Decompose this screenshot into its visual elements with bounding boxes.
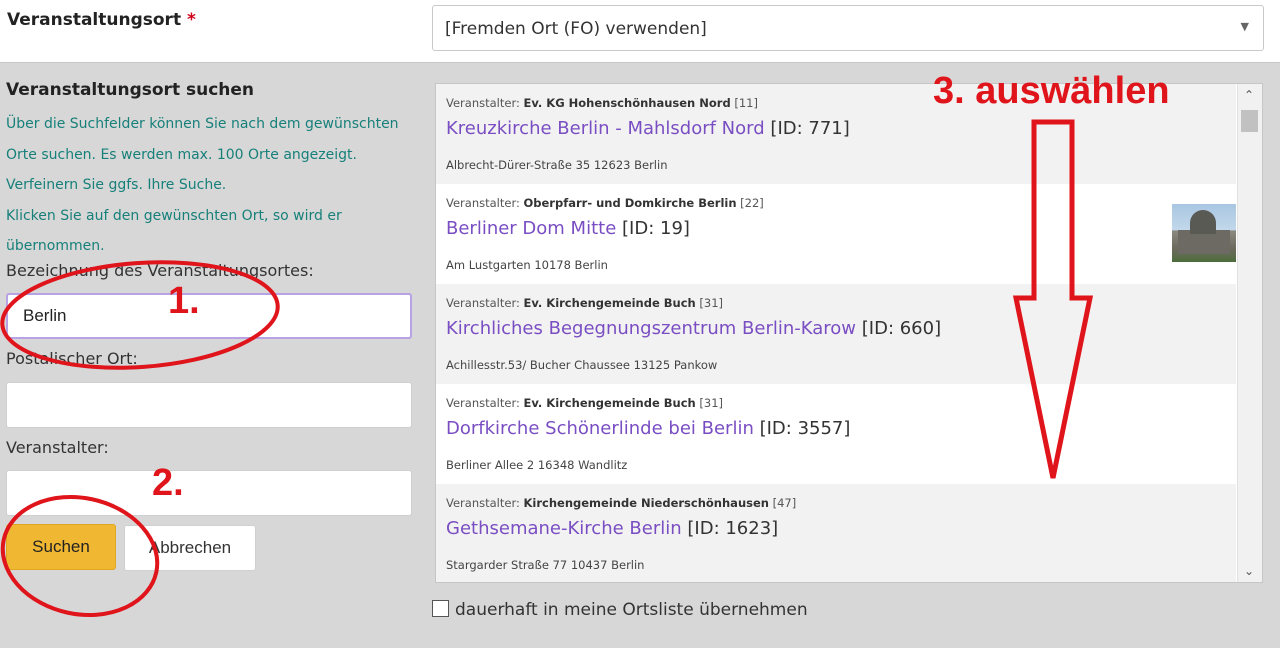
venue-field-row: Veranstaltungsort * [Fremden Ort (FO) ve… xyxy=(0,0,1280,62)
result-item[interactable]: Veranstalter: Ev. Kirchengemeinde Buch [… xyxy=(436,284,1236,384)
result-organizer: Veranstalter: Ev. KG Hohenschönhausen No… xyxy=(446,96,758,110)
result-organizer: Veranstalter: Ev. Kirchengemeinde Buch [… xyxy=(446,396,724,410)
organizer-field-label: Veranstalter: xyxy=(6,438,109,457)
city-input[interactable] xyxy=(6,382,412,428)
venue-select[interactable]: [Fremden Ort (FO) verwenden] ▼ xyxy=(432,5,1264,51)
cancel-button[interactable]: Abbrechen xyxy=(124,525,256,571)
search-button[interactable]: Suchen xyxy=(6,524,116,570)
result-title: Berliner Dom Mitte [ID: 19] xyxy=(446,218,690,239)
city-field-label: Postalischer Ort: xyxy=(6,349,138,368)
help-line: Über die Suchfelder können Sie nach dem … xyxy=(6,116,399,132)
result-id: [ID: 19] xyxy=(622,218,690,239)
result-organizer: Veranstalter: Oberpfarr- und Domkirche B… xyxy=(446,196,764,210)
search-panel-title: Veranstaltungsort suchen xyxy=(6,80,255,100)
venue-select-value: [Fremden Ort (FO) verwenden] xyxy=(445,19,707,39)
results-list[interactable]: Veranstalter: Ev. KG Hohenschönhausen No… xyxy=(435,83,1263,583)
chevron-down-icon[interactable]: ⌄ xyxy=(1244,564,1254,578)
result-id: [ID: 3557] xyxy=(759,418,851,439)
result-title: Kreuzkirche Berlin - Mahlsdorf Nord [ID:… xyxy=(446,118,850,139)
result-title: Kirchliches Begegnungszentrum Berlin-Kar… xyxy=(446,318,941,339)
name-field-label: Bezeichnung des Veranstaltungsortes: xyxy=(6,261,314,280)
berliner-dom-thumbnail xyxy=(1172,204,1236,262)
result-address: Achillesstr.53/ Bucher Chaussee 13125 Pa… xyxy=(446,358,718,372)
result-link[interactable]: Kreuzkirche Berlin - Mahlsdorf Nord xyxy=(446,118,765,139)
result-item[interactable]: Veranstalter: Kirchengemeinde Niederschö… xyxy=(436,484,1236,582)
step2-label: 2. xyxy=(152,462,184,504)
results-scrollbar[interactable]: ⌃ ⌄ xyxy=(1237,84,1262,582)
result-id: [ID: 660] xyxy=(861,318,942,339)
result-title: Dorfkirche Schönerlinde bei Berlin [ID: … xyxy=(446,418,850,439)
result-organizer: Veranstalter: Ev. Kirchengemeinde Buch [… xyxy=(446,296,724,310)
result-address: Albrecht-Dürer-Straße 35 12623 Berlin xyxy=(446,158,668,172)
result-link[interactable]: Kirchliches Begegnungszentrum Berlin-Kar… xyxy=(446,318,856,339)
chevron-up-icon[interactable]: ⌃ xyxy=(1244,88,1254,102)
result-link[interactable]: Berliner Dom Mitte xyxy=(446,218,616,239)
help-line: übernommen. xyxy=(6,238,105,254)
result-link[interactable]: Gethsemane-Kirche Berlin xyxy=(446,518,682,539)
help-line: Orte suchen. Es werden max. 100 Orte ang… xyxy=(6,146,357,163)
result-address: Am Lustgarten 10178 Berlin xyxy=(446,258,608,272)
result-address: Berliner Allee 2 16348 Wandlitz xyxy=(446,458,628,472)
chevron-down-icon: ▼ xyxy=(1240,20,1249,33)
required-mark: * xyxy=(187,10,196,30)
result-address: Stargarder Straße 77 10437 Berlin xyxy=(446,558,645,572)
result-id: [ID: 1623] xyxy=(687,518,779,539)
result-item[interactable]: Veranstalter: Ev. Kirchengemeinde Buch [… xyxy=(436,384,1236,484)
help-line: Verfeinern Sie ggfs. Ihre Suche. xyxy=(6,177,227,193)
name-input[interactable] xyxy=(6,293,412,339)
persist-checkbox[interactable] xyxy=(432,600,449,617)
venue-label: Veranstaltungsort * xyxy=(7,10,196,30)
result-link[interactable]: Dorfkirche Schönerlinde bei Berlin xyxy=(446,418,754,439)
venue-label-text: Veranstaltungsort xyxy=(7,10,182,30)
persist-checkbox-label: dauerhaft in meine Ortsliste übernehmen xyxy=(455,600,808,620)
result-item[interactable]: Veranstalter: Oberpfarr- und Domkirche B… xyxy=(436,184,1236,284)
organizer-input[interactable] xyxy=(6,470,412,516)
result-id: [ID: 771] xyxy=(770,118,850,139)
step3-label: 3. auswählen xyxy=(933,70,1170,112)
result-title: Gethsemane-Kirche Berlin [ID: 1623] xyxy=(446,518,778,539)
step1-label: 1. xyxy=(168,280,200,322)
help-line: Klicken Sie auf den gewünschten Ort, so … xyxy=(6,207,342,224)
search-help-text: Über die Suchfelder können Sie nach dem … xyxy=(6,109,416,262)
result-organizer: Veranstalter: Kirchengemeinde Niederschö… xyxy=(446,496,797,510)
scrollbar-thumb[interactable] xyxy=(1241,110,1258,132)
